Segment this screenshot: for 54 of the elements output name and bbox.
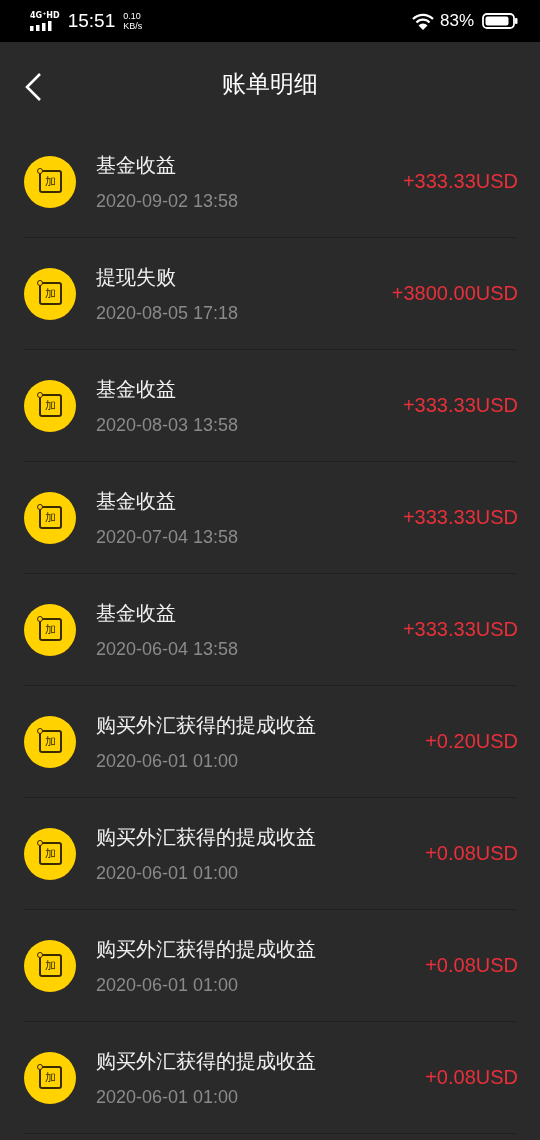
add-icon: 加 — [24, 379, 76, 432]
add-icon: 加 — [24, 1051, 76, 1104]
speed-unit: KB/s — [123, 21, 143, 31]
record-row[interactable]: 加 购买外汇获得的提成收益 2020-06-01 01:00 +0.08USD — [24, 910, 516, 1022]
record-title: 购买外汇获得的提成收益 — [96, 823, 317, 851]
record-title: 基金收益 — [96, 599, 177, 627]
record-title: 基金收益 — [96, 151, 177, 179]
record-title: 基金收益 — [96, 487, 177, 515]
record-title: 提现失败 — [96, 263, 177, 291]
add-icon: 加 — [24, 939, 76, 992]
record-row[interactable]: 加 基金收益 2020-07-04 13:58 +333.33USD — [24, 462, 516, 574]
add-icon: 加 — [24, 491, 76, 544]
page-title: 账单明细 — [222, 69, 318, 100]
record-amount: +333.33USD — [402, 506, 518, 529]
battery-icon — [482, 13, 518, 29]
wifi-icon — [411, 12, 434, 30]
record-date: 2020-06-01 01:00 — [96, 1086, 240, 1108]
record-title: 购买外汇获得的提成收益 — [96, 1047, 317, 1075]
record-amount: +333.33USD — [402, 170, 518, 193]
record-title: 购买外汇获得的提成收益 — [96, 711, 317, 739]
record-amount: +0.08USD — [425, 1066, 518, 1089]
record-row[interactable]: 加 基金收益 2020-06-04 13:58 +333.33USD — [24, 574, 516, 686]
clock: 15:51 — [67, 10, 116, 32]
record-amount: +333.33USD — [402, 394, 518, 417]
record-title: 基金收益 — [96, 375, 177, 403]
record-row[interactable]: 加 购买外汇获得的提成收益 2020-06-01 01:00 +0.08USD — [24, 798, 516, 910]
record-date: 2020-06-01 01:00 — [96, 862, 240, 884]
record-row[interactable]: 加 提现失败 2020-08-05 17:18 +3800.00USD — [24, 238, 516, 350]
add-icon: 加 — [24, 603, 76, 656]
record-row[interactable]: 加 基金收益 2020-09-02 13:58 +333.33USD — [24, 126, 516, 238]
record-amount: +333.33USD — [402, 618, 518, 641]
record-date: 2020-08-03 13:58 — [96, 414, 240, 436]
record-amount: +3800.00USD — [391, 282, 518, 305]
record-row[interactable]: 加 购买外汇获得的提成收益 2020-06-01 01:00 +0.08USD — [24, 1022, 516, 1134]
record-date: 2020-06-04 13:58 — [96, 638, 240, 660]
speed-value: 0.10 — [123, 11, 142, 21]
add-icon: 加 — [24, 715, 76, 768]
record-date: 2020-07-04 13:58 — [96, 526, 240, 548]
record-title: 购买外汇获得的提成收益 — [96, 935, 317, 963]
record-amount: +0.08USD — [425, 954, 518, 977]
battery-percent: 83% — [439, 11, 474, 31]
record-row[interactable]: 加 基金收益 2020-08-03 13:58 +333.33USD — [24, 350, 516, 462]
record-date: 2020-08-05 17:18 — [96, 302, 240, 324]
record-date: 2020-06-01 01:00 — [96, 974, 240, 996]
network-type: 4G⁺HD — [30, 11, 60, 20]
add-icon: 加 — [24, 827, 76, 880]
signal-icon — [30, 21, 52, 31]
add-icon: 加 — [24, 155, 76, 208]
add-icon: 加 — [24, 267, 76, 320]
record-amount: +0.08USD — [425, 842, 518, 865]
record-date: 2020-06-01 01:00 — [96, 750, 240, 772]
record-date: 2020-09-02 13:58 — [96, 190, 240, 212]
record-row[interactable]: 加 购买外汇获得的提成收益 2020-06-01 01:00 +0.20USD — [24, 686, 516, 798]
record-amount: +0.20USD — [425, 730, 518, 753]
